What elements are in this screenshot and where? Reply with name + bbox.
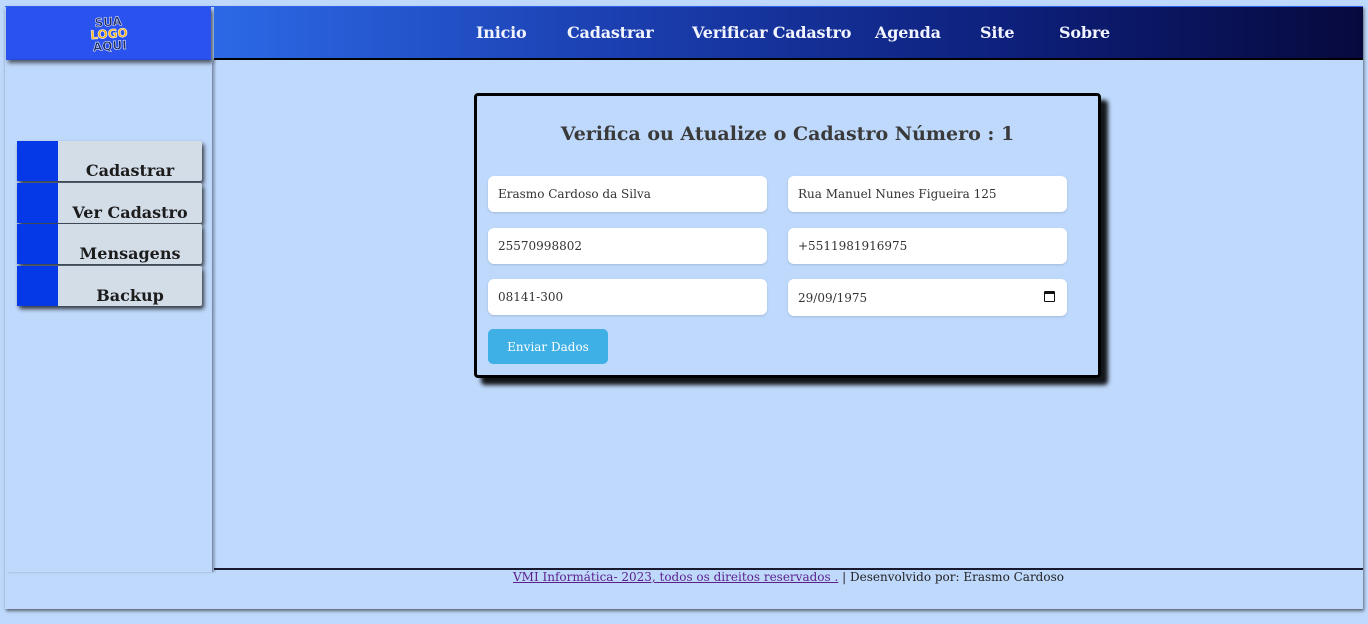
document-value: 25570998802 — [498, 239, 582, 253]
birthdate-value: 29/09/1975 — [798, 290, 868, 305]
top-nav: Inicio Cadastrar Verificar Cadastro Agen… — [214, 7, 1363, 60]
registration-form-card: Verifica ou Atualize o Cadastro Número :… — [474, 93, 1101, 378]
sidebar-item-label: Backup — [96, 286, 164, 305]
footer-developer-credit: Desenvolvido por: Erasmo Cardoso — [849, 570, 1064, 584]
logo-line-3: AQUI — [92, 37, 127, 54]
nav-item-verificar-cadastro[interactable]: Verificar Cadastro — [692, 23, 851, 42]
name-field[interactable]: Erasmo Cardoso da Silva — [488, 176, 767, 212]
sidebar-item-label: Mensagens — [79, 244, 181, 263]
nav-item-agenda[interactable]: Agenda — [875, 23, 941, 42]
phone-value: +5511981916975 — [798, 239, 908, 253]
nav-item-sobre[interactable]: Sobre — [1059, 23, 1110, 42]
address-value: Rua Manuel Nunes Figueira 125 — [798, 187, 997, 201]
footer-separator: | — [838, 570, 850, 584]
sidebar-item-mensagens[interactable]: Mensagens — [17, 224, 202, 264]
send-data-button[interactable]: Enviar Dados — [488, 329, 608, 364]
document-field[interactable]: 25570998802 — [488, 228, 767, 264]
calendar-icon[interactable] — [1044, 291, 1055, 302]
form-title: Verifica ou Atualize o Cadastro Número :… — [560, 123, 1015, 145]
sidebar-item-backup[interactable]: Backup — [17, 266, 202, 306]
cep-field[interactable]: 08141-300 — [488, 279, 767, 315]
birthdate-field[interactable]: 29/09/1975 — [788, 279, 1067, 316]
nav-item-cadastrar[interactable]: Cadastrar — [567, 23, 654, 42]
address-field[interactable]: Rua Manuel Nunes Figueira 125 — [788, 176, 1067, 212]
sidebar: Cadastrar Ver Cadastro Mensagens Backup — [6, 60, 213, 572]
sidebar-item-stripe — [17, 224, 58, 264]
sidebar-item-label: Ver Cadastro — [72, 203, 188, 222]
name-value: Erasmo Cardoso da Silva — [498, 187, 651, 201]
sidebar-item-cadastrar[interactable]: Cadastrar — [17, 141, 202, 181]
footer-copyright-link[interactable]: VMI Informática- 2023, todos os direitos… — [513, 570, 838, 584]
sidebar-item-label: Cadastrar — [85, 161, 175, 180]
phone-field[interactable]: +5511981916975 — [788, 228, 1067, 264]
sidebar-item-stripe — [17, 266, 58, 306]
sidebar-item-stripe — [17, 183, 58, 223]
cep-value: 08141-300 — [498, 290, 564, 304]
nav-item-site[interactable]: Site — [980, 23, 1015, 42]
logo[interactable]: SUA LOGO AQUI — [84, 10, 133, 57]
logo-header: SUA LOGO AQUI — [6, 7, 211, 60]
nav-item-inicio[interactable]: Inicio — [476, 23, 527, 42]
footer: VMI Informática- 2023, todos os direitos… — [214, 570, 1363, 584]
sidebar-item-ver-cadastro[interactable]: Ver Cadastro — [17, 183, 202, 223]
sidebar-item-stripe — [17, 141, 58, 181]
